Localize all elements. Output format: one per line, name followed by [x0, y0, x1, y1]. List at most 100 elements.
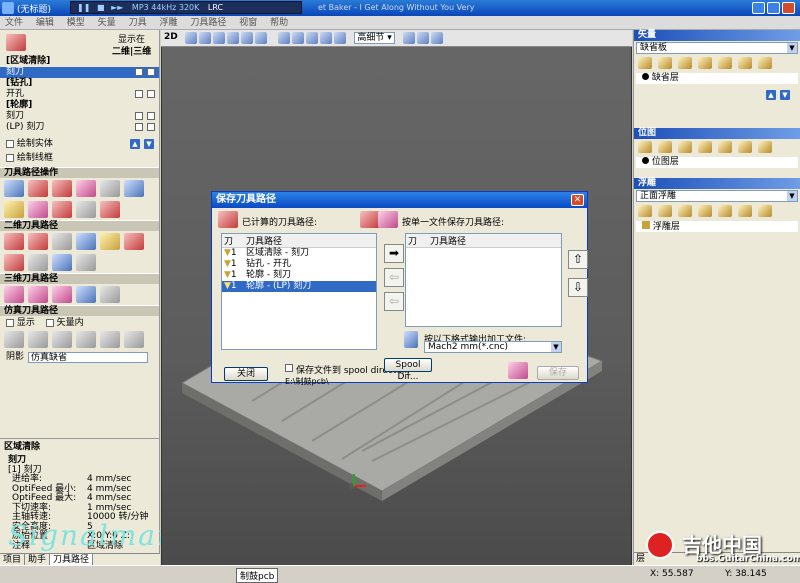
- new-bitmap-icon[interactable]: [638, 141, 652, 153]
- draw-wireframe-checkbox[interactable]: [6, 153, 14, 162]
- menu-tool[interactable]: 刀具: [124, 16, 152, 30]
- zoom-box-icon[interactable]: [226, 32, 239, 44]
- computed-toolpath-list[interactable]: 刀刀具路径 ▼1 区域清除 - 刻刀 ▼1 钻孔 - 开孔 ▼1 轮廓 - 刻刀 ▼1…: [221, 233, 377, 350]
- clear-relief-icon[interactable]: [738, 205, 752, 217]
- top-view-icon[interactable]: [292, 32, 305, 44]
- slot-icon[interactable]: [76, 254, 96, 271]
- delete-relief-icon[interactable]: [758, 205, 772, 217]
- taskbar-item[interactable]: 制鼓pcb: [236, 568, 279, 583]
- lrc-button[interactable]: LRC: [208, 3, 223, 12]
- relief-layer-select[interactable]: 正面浮雕 ▼: [636, 190, 798, 202]
- 3d-checkbox[interactable]: [147, 112, 155, 120]
- list-item[interactable]: ▼1 钻孔 - 开孔: [222, 259, 376, 270]
- sim-block-icon[interactable]: [76, 331, 96, 348]
- merge-layer-icon[interactable]: [718, 57, 732, 69]
- open-layer-icon[interactable]: [658, 57, 672, 69]
- bevel-icon[interactable]: [52, 254, 72, 271]
- stop-icon[interactable]: ■: [97, 3, 105, 12]
- vector-layer-item[interactable]: 缺省层: [636, 73, 798, 84]
- draw-solid-checkbox[interactable]: [6, 139, 14, 148]
- relief-layer-item[interactable]: 浮雕层: [636, 221, 798, 232]
- recalculate-icon[interactable]: [28, 180, 48, 197]
- zoom-fit-icon[interactable]: [240, 32, 253, 44]
- maximize-button[interactable]: [767, 2, 780, 14]
- pan-icon[interactable]: [184, 32, 197, 44]
- 2d-view-button[interactable]: 2D: [164, 32, 178, 42]
- move-up-button[interactable]: ▲: [130, 139, 140, 149]
- surface-icon[interactable]: [402, 32, 415, 44]
- calculate-icon[interactable]: [4, 180, 24, 197]
- shade-select[interactable]: 仿真缺省: [28, 352, 148, 363]
- open-bitmap-icon[interactable]: [658, 141, 672, 153]
- clear-bitmap-icon[interactable]: [738, 141, 752, 153]
- list-item[interactable]: ▼1 轮廓 - (LP) 刻刀: [222, 281, 376, 292]
- bitmap-layer-item[interactable]: 位图层: [636, 157, 798, 168]
- fix-icon[interactable]: [100, 201, 120, 218]
- feature-machining-icon[interactable]: [100, 286, 120, 303]
- light-icon[interactable]: [416, 32, 429, 44]
- copy-bitmap-icon[interactable]: [698, 141, 712, 153]
- copy-relief-icon[interactable]: [698, 205, 712, 217]
- toolpath-item[interactable]: 刻刀: [0, 67, 159, 78]
- fluting-icon[interactable]: [28, 254, 48, 271]
- 2d-checkbox[interactable]: [135, 123, 143, 131]
- chamfer-icon[interactable]: [4, 254, 24, 271]
- reorder-icon[interactable]: [76, 201, 96, 218]
- template-icon[interactable]: [52, 201, 72, 218]
- section-simulation[interactable]: 仿真刀具路径: [0, 305, 159, 316]
- material-icon[interactable]: [430, 32, 443, 44]
- minimize-button[interactable]: [752, 2, 765, 14]
- copy-layer-icon[interactable]: [698, 57, 712, 69]
- move-up-button[interactable]: ⇧: [568, 250, 588, 269]
- remove-all-button[interactable]: ⇦: [384, 292, 404, 311]
- move-up-button[interactable]: ▲: [766, 90, 776, 100]
- sim-color-icon[interactable]: [124, 331, 144, 348]
- save-button[interactable]: 保存: [537, 366, 579, 380]
- merge-bitmap-icon[interactable]: [718, 141, 732, 153]
- dialog-close-icon[interactable]: ✕: [571, 194, 584, 206]
- iso-view-icon[interactable]: [278, 32, 291, 44]
- zoom-prev-icon[interactable]: [254, 32, 267, 44]
- media-player-bar[interactable]: ❚❚ ■ ►► MP3 44kHz 320K LRC: [70, 1, 302, 14]
- clear-layer-icon[interactable]: [738, 57, 752, 69]
- 3d-checkbox[interactable]: [147, 90, 155, 98]
- sim-show-checkbox[interactable]: [6, 318, 14, 327]
- 2d-checkbox[interactable]: [135, 90, 143, 98]
- save-to-spool-checkbox[interactable]: [285, 364, 293, 372]
- single-file-list[interactable]: 刀 刀具路径: [405, 233, 562, 327]
- back-view-icon[interactable]: [334, 32, 347, 44]
- z-level-icon[interactable]: [52, 286, 72, 303]
- zoom-out-icon[interactable]: [212, 32, 225, 44]
- new-layer-icon[interactable]: [638, 57, 652, 69]
- open-relief-icon[interactable]: [658, 205, 672, 217]
- side-view-icon[interactable]: [320, 32, 333, 44]
- 2d-checkbox[interactable]: [135, 112, 143, 120]
- menu-toolpath[interactable]: 刀具路径: [185, 16, 231, 30]
- inlay-icon[interactable]: [124, 233, 144, 250]
- save-toolpath-icon[interactable]: [52, 180, 72, 197]
- list-item[interactable]: ▼1 轮廓 - 刻刀: [222, 270, 376, 281]
- section-3d[interactable]: 三维刀具路径: [0, 273, 159, 284]
- merge-relief-icon[interactable]: [718, 205, 732, 217]
- move-down-button[interactable]: ⇩: [568, 278, 588, 297]
- save-bitmap-icon[interactable]: [678, 141, 692, 153]
- delete-toolpath-icon[interactable]: [76, 180, 96, 197]
- toolpath-item[interactable]: 开孔: [0, 89, 159, 100]
- vcarve-icon[interactable]: [100, 233, 120, 250]
- toolpath-item[interactable]: (LP) 刻刀: [0, 122, 159, 133]
- format-select[interactable]: Mach2 mm(*.cnc) ▼: [424, 341, 562, 353]
- drill-icon[interactable]: [52, 233, 72, 250]
- toolpath-item[interactable]: 刻刀: [0, 111, 159, 122]
- zoom-in-icon[interactable]: [198, 32, 211, 44]
- sim-settings-icon[interactable]: [100, 331, 120, 348]
- 3d-finishing-icon[interactable]: [28, 286, 48, 303]
- engrave-icon[interactable]: [76, 233, 96, 250]
- remove-arrow-button[interactable]: ⇦: [384, 268, 404, 287]
- pause-icon[interactable]: ❚❚: [77, 3, 90, 12]
- sim-vector-checkbox[interactable]: [45, 318, 54, 327]
- add-arrow-button[interactable]: ➡: [384, 244, 404, 263]
- simulate-all-icon[interactable]: [4, 331, 24, 348]
- next-icon[interactable]: ►►: [111, 3, 123, 12]
- spool-dir-button[interactable]: Spool Dir...: [384, 358, 432, 382]
- save-layer-icon[interactable]: [678, 57, 692, 69]
